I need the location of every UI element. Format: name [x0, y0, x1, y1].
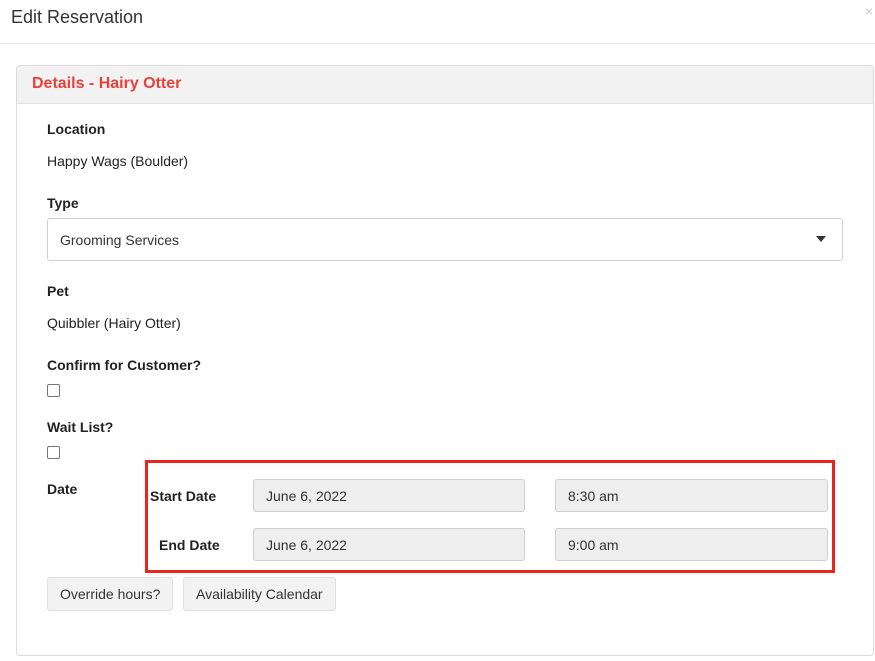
end-date-input[interactable]: June 6, 2022 — [253, 528, 525, 561]
start-date-input[interactable]: June 6, 2022 — [253, 479, 525, 512]
modal-title: Edit Reservation — [11, 7, 144, 27]
type-label: Type — [47, 195, 79, 211]
panel-heading: Details - Hairy Otter — [17, 66, 873, 104]
close-icon[interactable]: × — [865, 4, 873, 18]
location-label: Location — [47, 121, 106, 137]
pet-label: Pet — [47, 283, 69, 299]
end-date-label: End Date — [159, 537, 220, 553]
availability-calendar-button[interactable]: Availability Calendar — [183, 577, 336, 611]
wait-list-label: Wait List? — [47, 419, 114, 435]
date-label: Date — [47, 481, 78, 497]
panel-title: Details - Hairy Otter — [32, 75, 182, 92]
pet-value: Quibbler (Hairy Otter) — [47, 315, 181, 331]
confirm-customer-checkbox[interactable] — [47, 384, 60, 397]
confirm-customer-label: Confirm for Customer? — [47, 357, 201, 373]
start-time-input[interactable]: 8:30 am — [555, 479, 828, 512]
end-time-input[interactable]: 9:00 am — [555, 528, 828, 561]
modal-header: Edit Reservation × — [0, 0, 875, 44]
location-value: Happy Wags (Boulder) — [47, 153, 189, 169]
wait-list-checkbox[interactable] — [47, 446, 60, 459]
type-select[interactable]: Grooming Services — [47, 218, 843, 261]
type-select-value: Grooming Services — [60, 232, 180, 248]
start-date-label: Start Date — [150, 488, 217, 504]
chevron-down-icon — [816, 236, 826, 242]
override-hours-button[interactable]: Override hours? — [47, 577, 174, 611]
